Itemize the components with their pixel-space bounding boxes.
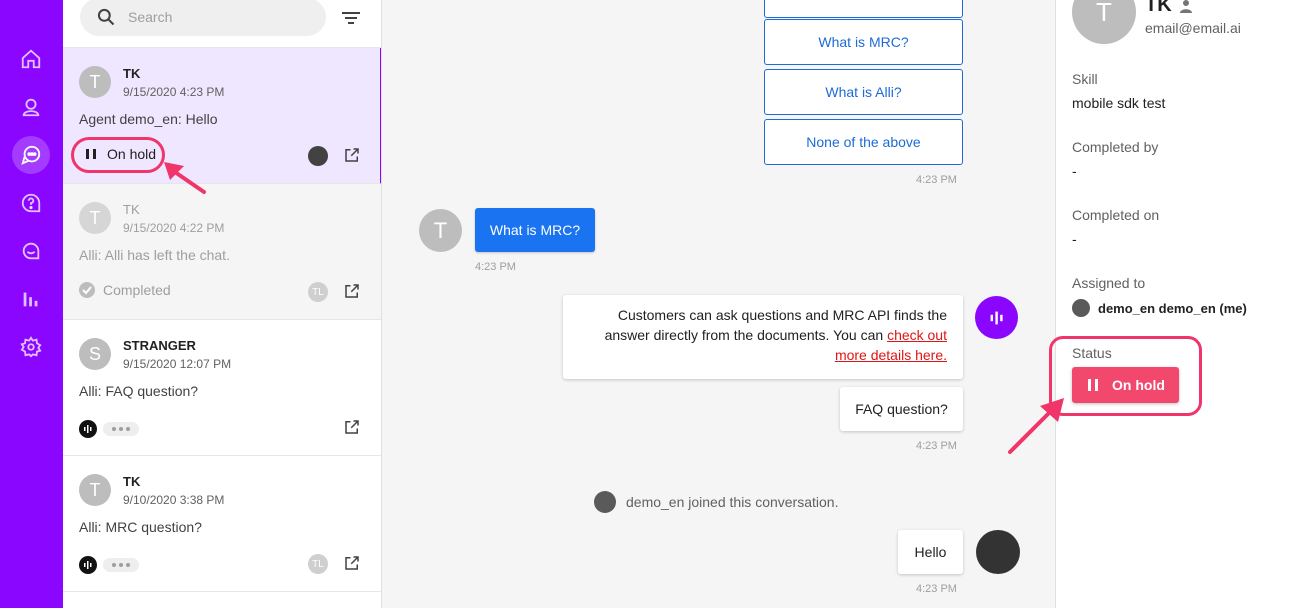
search-icon: [97, 8, 115, 26]
conversation-item[interactable]: T TK 9/15/2020 4:22 PM Alli: Alli has le…: [63, 184, 381, 320]
person-icon: [1179, 0, 1192, 13]
annotation-arrow-icon: [1008, 398, 1064, 454]
filter-button[interactable]: [339, 6, 363, 30]
option-button[interactable]: What is Alli?: [764, 69, 963, 115]
nav-analytics[interactable]: [12, 280, 50, 318]
contact-name: TK: [1145, 0, 1194, 17]
timestamp: 4:23 PM: [916, 583, 957, 595]
help-icon: [21, 193, 41, 213]
user-message: What is MRC?: [475, 208, 595, 252]
contact-name: TK: [123, 202, 140, 217]
annotation-arrow-icon: [164, 162, 206, 194]
assigned-value: demo_en demo_en (me): [1098, 300, 1247, 316]
bot-avatar: [79, 556, 97, 574]
alli-logo-icon: [990, 311, 1003, 324]
skill-value: mobile sdk test: [1072, 95, 1166, 111]
contact-avatar: T: [1072, 0, 1136, 44]
timestamp: 4:23 PM: [475, 261, 516, 273]
contact-name: TK: [123, 474, 141, 489]
person-icon: [22, 98, 40, 117]
assigned-agent[interactable]: demo_en demo_en (me): [1072, 299, 1247, 317]
joined-text: demo_en joined this conversation.: [626, 494, 839, 510]
nav-contacts[interactable]: [12, 88, 50, 126]
contact-email: email@email.ai: [1145, 20, 1241, 36]
timestamp: 4:23 PM: [916, 440, 957, 452]
agent-avatar: TL: [308, 554, 328, 574]
agent-message: Hello: [898, 530, 963, 574]
message-preview: Alli: Alli has left the chat.: [79, 247, 230, 263]
nav-rail: [0, 0, 63, 608]
analytics-icon: [23, 292, 38, 307]
agent-avatar: [594, 491, 616, 513]
avatar: S: [79, 338, 111, 370]
bot-avatar: [975, 296, 1018, 339]
system-message: demo_en joined this conversation.: [594, 491, 838, 513]
nav-home[interactable]: [12, 40, 50, 78]
bot-avatar: [79, 420, 97, 438]
filter-icon: [342, 12, 360, 24]
open-in-new-icon[interactable]: [343, 554, 361, 572]
completed-on-value: -: [1072, 231, 1077, 247]
search-box[interactable]: [80, 0, 326, 36]
open-in-new-icon[interactable]: [343, 282, 361, 300]
avatar: T: [79, 474, 111, 506]
completed-on-label: Completed on: [1072, 207, 1160, 223]
open-in-new-icon[interactable]: [343, 418, 361, 436]
message-preview: Alli: FAQ question?: [79, 383, 199, 399]
option-button-hidden[interactable]: [764, 0, 963, 18]
avatar: T: [79, 202, 111, 234]
typing-indicator: [103, 558, 139, 572]
search-input[interactable]: [128, 9, 308, 25]
conversation-item[interactable]: T TK 9/10/2020 3:38 PM Alli: MRC questio…: [63, 456, 381, 592]
typing-indicator: [103, 422, 139, 436]
message-preview: Alli: MRC question?: [79, 519, 202, 535]
check-circle-icon: [79, 282, 95, 298]
bot-message: FAQ question?: [840, 387, 963, 431]
timestamp: 4:23 PM: [916, 174, 957, 186]
conversation-list: T TK 9/15/2020 4:23 PM Agent demo_en: He…: [63, 0, 382, 608]
chat-bubble-icon: [22, 242, 40, 260]
nav-settings[interactable]: [12, 328, 50, 366]
conversation-time: 9/10/2020 3:38 PM: [123, 493, 225, 507]
alli-logo-icon: [84, 425, 92, 433]
bot-message: Customers can ask questions and MRC API …: [563, 295, 963, 379]
status-completed: Completed: [79, 282, 171, 298]
nav-help[interactable]: [12, 184, 50, 222]
assigned-label: Assigned to: [1072, 275, 1146, 291]
conversation-time: 9/15/2020 12:07 PM: [123, 357, 232, 371]
completed-by-label: Completed by: [1072, 139, 1159, 155]
completed-by-value: -: [1072, 163, 1077, 179]
conversation-item[interactable]: S STRANGER 9/15/2020 12:07 PM Alli: FAQ …: [63, 320, 381, 456]
avatar: T: [79, 66, 111, 98]
highlight-ring: [1049, 336, 1202, 416]
details-panel: T TK email@email.ai Skill mobile sdk tes…: [1055, 0, 1293, 608]
settings-icon: [20, 336, 42, 358]
conversation-time: 9/15/2020 4:22 PM: [123, 221, 225, 235]
open-in-new-icon[interactable]: [343, 146, 361, 164]
agent-avatar: [308, 146, 328, 166]
agent-avatar: TL: [308, 282, 328, 302]
home-icon: [21, 49, 41, 69]
status-label: Completed: [103, 282, 171, 298]
user-avatar: T: [419, 209, 462, 252]
chat-panel: What is MRC? What is Alli? None of the a…: [383, 0, 1055, 608]
agent-avatar: [976, 530, 1020, 574]
alli-logo-icon: [84, 561, 92, 569]
agent-avatar: [1072, 299, 1090, 317]
contact-name: TK: [123, 66, 141, 81]
skill-label: Skill: [1072, 71, 1098, 87]
conversation-time: 9/15/2020 4:23 PM: [123, 85, 225, 99]
highlight-ring: [71, 137, 165, 173]
nav-conversations[interactable]: [12, 136, 50, 174]
nav-chat[interactable]: [12, 232, 50, 270]
contact-name-text: TK: [1145, 0, 1172, 16]
message-preview: Agent demo_en: Hello: [79, 111, 218, 127]
contact-name: STRANGER: [123, 338, 196, 353]
conversations-icon: [21, 145, 41, 165]
list-toolbar: [63, 0, 381, 48]
option-button[interactable]: None of the above: [764, 119, 963, 165]
option-button[interactable]: What is MRC?: [764, 19, 963, 65]
